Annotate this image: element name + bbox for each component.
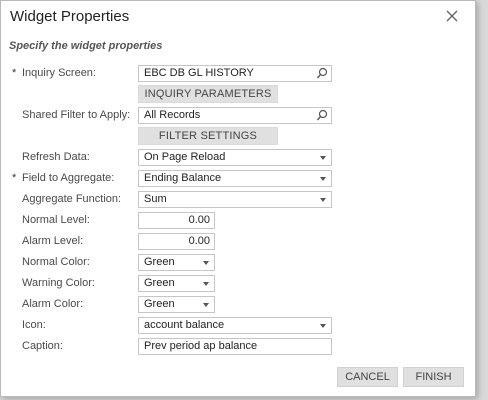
- inquiry-screen-value: EBC DB GL HISTORY: [144, 67, 254, 79]
- dialog-title: Widget Properties: [10, 8, 130, 25]
- inquiry-screen-row: * Inquiry Screen: EBC DB GL HISTORY: [1, 65, 477, 82]
- warning-color-row: Warning Color: Green: [1, 275, 477, 292]
- field-to-aggregate-value: Ending Balance: [144, 172, 222, 184]
- warning-color-label: Warning Color:: [22, 277, 95, 289]
- inquiry-parameters-button[interactable]: INQUIRY PARAMETERS: [138, 85, 278, 103]
- warning-color-select[interactable]: Green: [138, 275, 215, 292]
- caption-row: Caption: Prev period ap balance: [1, 338, 477, 355]
- inquiry-screen-field[interactable]: EBC DB GL HISTORY: [138, 65, 332, 82]
- alarm-color-label: Alarm Color:: [22, 298, 84, 310]
- normal-level-input[interactable]: 0.00: [138, 212, 215, 229]
- normal-level-label: Normal Level:: [22, 214, 90, 226]
- required-mark: *: [12, 67, 17, 79]
- warning-color-value: Green: [144, 277, 175, 289]
- inquiry-screen-label: Inquiry Screen:: [22, 67, 96, 79]
- refresh-data-label: Refresh Data:: [22, 151, 90, 163]
- chevron-down-icon[interactable]: [320, 177, 326, 181]
- alarm-level-label: Alarm Level:: [22, 235, 84, 247]
- shared-filter-value: All Records: [144, 109, 201, 121]
- chevron-down-icon[interactable]: [203, 261, 209, 265]
- chevron-down-icon[interactable]: [203, 303, 209, 307]
- normal-color-label: Normal Color:: [22, 256, 90, 268]
- alarm-color-row: Alarm Color: Green: [1, 296, 477, 313]
- normal-color-row: Normal Color: Green: [1, 254, 477, 271]
- field-to-aggregate-label: Field to Aggregate:: [22, 172, 115, 184]
- aggregate-function-label: Aggregate Function:: [22, 193, 122, 205]
- icon-label: Icon:: [22, 319, 46, 331]
- alarm-color-select[interactable]: Green: [138, 296, 215, 313]
- normal-level-row: Normal Level: 0.00: [1, 212, 477, 229]
- refresh-data-row: Refresh Data: On Page Reload: [1, 149, 477, 166]
- required-mark: *: [12, 172, 17, 184]
- alarm-color-value: Green: [144, 298, 175, 310]
- chevron-down-icon[interactable]: [320, 198, 326, 202]
- field-to-aggregate-select[interactable]: Ending Balance: [138, 170, 332, 187]
- dialog-subtitle: Specify the widget properties: [9, 40, 163, 52]
- search-icon[interactable]: [316, 109, 328, 122]
- search-icon[interactable]: [316, 67, 328, 80]
- icon-value: account balance: [144, 319, 225, 331]
- caption-label: Caption:: [22, 340, 63, 352]
- normal-color-value: Green: [144, 256, 175, 268]
- normal-color-select[interactable]: Green: [138, 254, 215, 271]
- cancel-button[interactable]: CANCEL: [337, 367, 398, 387]
- dialog-titlebar: Widget Properties: [1, 1, 475, 33]
- chevron-down-icon[interactable]: [320, 156, 326, 160]
- shared-filter-label: Shared Filter to Apply:: [22, 109, 131, 121]
- aggregate-function-row: Aggregate Function: Sum: [1, 191, 477, 208]
- close-icon[interactable]: [445, 9, 459, 23]
- aggregate-function-value: Sum: [144, 193, 167, 205]
- icon-row: Icon: account balance: [1, 317, 477, 334]
- caption-input[interactable]: Prev period ap balance: [138, 338, 332, 355]
- shared-filter-field[interactable]: All Records: [138, 107, 332, 124]
- refresh-data-value: On Page Reload: [144, 151, 226, 163]
- alarm-level-row: Alarm Level: 0.00: [1, 233, 477, 250]
- aggregate-function-select[interactable]: Sum: [138, 191, 332, 208]
- field-to-aggregate-row: * Field to Aggregate: Ending Balance: [1, 170, 477, 187]
- finish-button[interactable]: FINISH: [403, 367, 464, 387]
- shared-filter-row: Shared Filter to Apply: All Records: [1, 107, 477, 124]
- alarm-level-input[interactable]: 0.00: [138, 233, 215, 250]
- filter-settings-button[interactable]: FILTER SETTINGS: [138, 127, 278, 145]
- refresh-data-select[interactable]: On Page Reload: [138, 149, 332, 166]
- icon-select[interactable]: account balance: [138, 317, 332, 334]
- chevron-down-icon[interactable]: [203, 282, 209, 286]
- widget-properties-dialog: Widget Properties Specify the widget pro…: [0, 0, 476, 397]
- chevron-down-icon[interactable]: [320, 324, 326, 328]
